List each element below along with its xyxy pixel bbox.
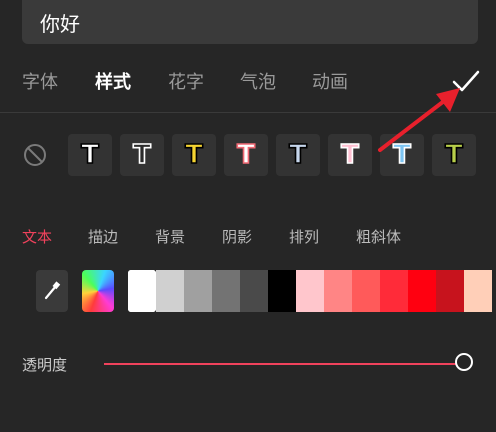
sub-tabs: 文本 描边 背景 阴影 排列 粗斜体 (0, 222, 496, 252)
style-preset-tile[interactable]: T (172, 134, 216, 176)
style-preset-tile[interactable]: T (224, 134, 268, 176)
tab-animation[interactable]: 动画 (312, 68, 348, 94)
color-picker-button[interactable] (36, 270, 68, 312)
color-swatch[interactable] (380, 270, 408, 312)
tab-fancy-text[interactable]: 花字 (168, 68, 204, 94)
color-swatch[interactable] (436, 270, 464, 312)
color-swatch[interactable] (268, 270, 296, 312)
tab-bubble[interactable]: 气泡 (240, 68, 276, 94)
custom-color-gradient[interactable] (82, 270, 114, 312)
style-preset-glyph: T (340, 140, 359, 170)
red-arrow-icon (378, 88, 460, 152)
color-swatch[interactable] (240, 270, 268, 312)
color-swatch[interactable] (128, 270, 156, 312)
style-preset-glyph: T (80, 140, 99, 170)
opacity-control: 透明度 (0, 350, 496, 380)
style-preset-glyph: T (132, 140, 151, 170)
text-input-value: 你好 (40, 12, 80, 36)
color-swatch[interactable] (212, 270, 240, 312)
subtab-arrange[interactable]: 排列 (289, 226, 319, 247)
subtab-shadow[interactable]: 阴影 (222, 226, 252, 247)
eyedropper-icon (44, 281, 61, 300)
tab-style[interactable]: 样式 (95, 68, 131, 94)
style-preset-tile[interactable]: T (68, 134, 112, 176)
tab-font[interactable]: 字体 (22, 68, 58, 94)
opacity-slider-knob[interactable] (455, 353, 473, 371)
subtab-background[interactable]: 背景 (155, 226, 185, 247)
color-swatch[interactable] (352, 270, 380, 312)
style-preset-tile[interactable]: T (120, 134, 164, 176)
style-preset-glyph: T (288, 140, 307, 170)
color-swatch[interactable] (156, 270, 184, 312)
subtab-text[interactable]: 文本 (22, 226, 52, 247)
color-swatch[interactable] (324, 270, 352, 312)
text-input[interactable]: 你好 (22, 0, 478, 44)
style-preset-tile[interactable]: T (276, 134, 320, 176)
color-swatch[interactable] (408, 270, 436, 312)
style-preset-tile[interactable]: T (328, 134, 372, 176)
color-swatch[interactable] (296, 270, 324, 312)
color-swatch[interactable] (184, 270, 212, 312)
opacity-slider-track[interactable] (104, 363, 464, 365)
color-swatches (128, 270, 492, 312)
color-swatch[interactable] (464, 270, 492, 312)
style-preset-glyph: T (184, 140, 203, 170)
subtab-stroke[interactable]: 描边 (88, 226, 118, 247)
subtab-bold-italic[interactable]: 粗斜体 (356, 226, 401, 247)
color-palette (0, 270, 496, 314)
style-preset-glyph: T (236, 140, 255, 170)
opacity-label: 透明度 (22, 356, 68, 374)
no-style-icon[interactable] (22, 142, 48, 168)
